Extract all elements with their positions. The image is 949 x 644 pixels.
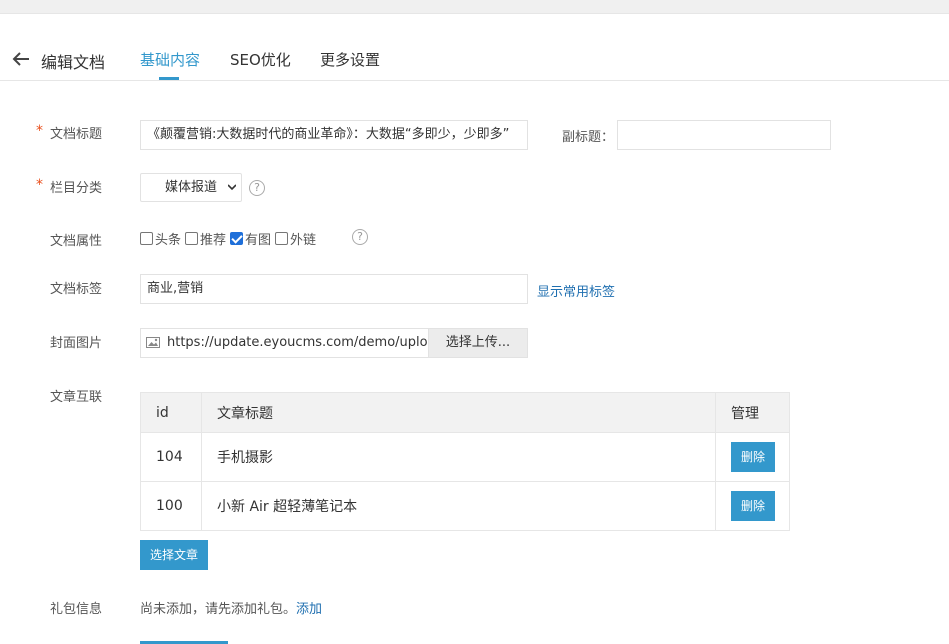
row-id: 100 [140, 481, 202, 531]
select-article-button[interactable]: 选择文章 [140, 540, 208, 570]
page-header: 编辑文档 基础内容 SEO优化 更多设置 [0, 28, 949, 81]
attributes-label: 文档属性 [50, 234, 103, 249]
delete-button[interactable]: 删除 [731, 442, 775, 472]
back-arrow-icon[interactable] [10, 48, 32, 70]
show-common-tags-link[interactable]: 显示常用标签 [537, 281, 615, 300]
subtitle-label: 副标题： [562, 130, 615, 145]
attributes-group: 头条 推荐 有图 外链 [140, 229, 320, 248]
checkbox-has-image[interactable] [230, 231, 244, 245]
page-title: 编辑文档 [41, 53, 106, 72]
help-icon[interactable]: ? [249, 180, 265, 196]
upload-button[interactable]: 选择上传... [428, 328, 528, 358]
column-header-title: 文章标题 [201, 392, 716, 433]
help-icon[interactable]: ? [352, 229, 368, 245]
tab-basic-content[interactable]: 基础内容 [140, 49, 200, 70]
checkbox-recommend[interactable] [185, 231, 199, 245]
delete-button[interactable]: 删除 [731, 491, 775, 521]
category-label: 栏目分类 [50, 181, 103, 196]
checkbox-external-link[interactable] [275, 231, 289, 245]
attr-recommend-label: 推荐 [200, 232, 227, 248]
row-title: 小新 Air 超轻薄笔记本 [201, 481, 716, 531]
attr-external-link[interactable]: 外链 [275, 229, 316, 248]
active-tab-indicator [159, 77, 179, 80]
gift-info: 尚未添加，请先添加礼包。添加 [140, 598, 322, 617]
tags-label: 文档标签 [50, 282, 103, 297]
related-articles-label: 文章互联 [50, 390, 103, 405]
tags-input[interactable]: 商业,营销 [140, 274, 528, 304]
checkbox-headline[interactable] [140, 231, 153, 245]
top-bar [0, 0, 949, 14]
column-header-id: id [140, 392, 202, 433]
subtitle-input[interactable] [617, 120, 831, 150]
cover-label: 封面图片 [50, 336, 103, 351]
table-row: 100 小新 Air 超轻薄笔记本 删除 [140, 481, 790, 531]
table-row: 104 手机摄影 删除 [140, 432, 790, 482]
table-header-row: id 文章标题 管理 [140, 392, 790, 433]
tab-more-settings[interactable]: 更多设置 [320, 49, 380, 70]
attr-headline-label: 头条 [155, 232, 182, 248]
gift-label: 礼包信息 [50, 602, 103, 617]
attr-headline[interactable]: 头条 [140, 229, 181, 248]
add-gift-link[interactable]: 添加 [296, 602, 322, 617]
tab-seo[interactable]: SEO优化 [230, 49, 291, 70]
category-select[interactable]: 媒体报道 [140, 173, 242, 202]
image-icon [146, 337, 160, 348]
attr-recommend[interactable]: 推荐 [185, 229, 226, 248]
doc-title-input[interactable]: 《颠覆营销:大数据时代的商业革命》：大数据“多即少，少即多” [140, 120, 528, 150]
related-articles-table: id 文章标题 管理 104 手机摄影 删除 100 小新 Air 超轻薄笔记本… [140, 392, 790, 531]
cover-url-input[interactable]: https://update.eyoucms.com/demo/uploa [140, 328, 428, 358]
gift-empty-text: 尚未添加，请先添加礼包。 [140, 602, 297, 617]
attr-has-image-label: 有图 [245, 232, 272, 248]
doc-title-label: 文档标题 [50, 127, 103, 142]
category-selected-value: 媒体报道 [165, 180, 218, 195]
row-id: 104 [140, 432, 202, 482]
row-title: 手机摄影 [201, 432, 716, 482]
required-marker: * [36, 123, 43, 139]
column-header-manage: 管理 [715, 392, 790, 433]
attr-has-image[interactable]: 有图 [230, 229, 271, 248]
chevron-down-icon [228, 184, 236, 191]
attr-external-link-label: 外链 [290, 232, 317, 248]
required-marker: * [36, 177, 43, 193]
